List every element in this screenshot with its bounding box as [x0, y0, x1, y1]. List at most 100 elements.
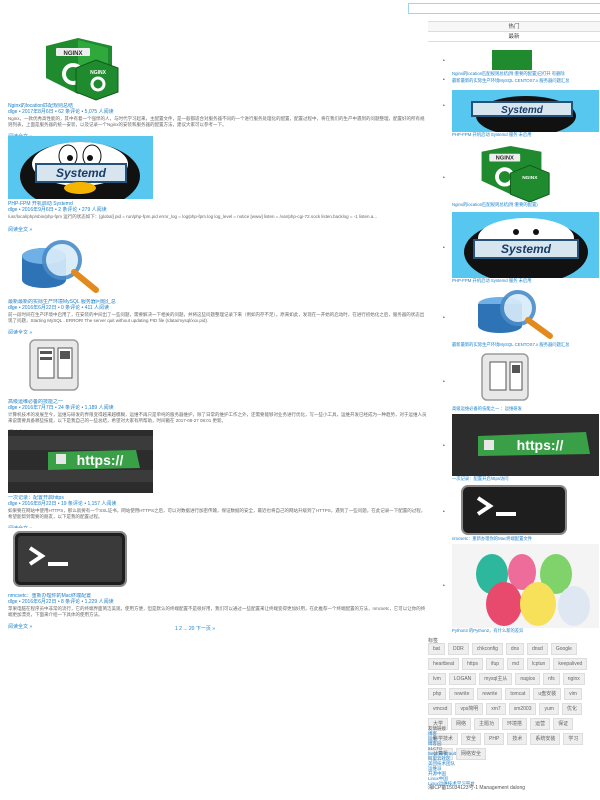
tag-item[interactable]: mysql主从 — [479, 673, 513, 685]
svg-text:NGINX: NGINX — [522, 175, 538, 181]
bullet-icon: • — [443, 58, 445, 64]
sidebar-item[interactable]: • Systemd PHP-FPM 开机启动 Systemd 服务 未启用 — [443, 212, 600, 283]
tag-item[interactable]: nagios — [515, 673, 541, 685]
sidebar-item-title[interactable]: nmcsetc：重新办理你的Mac终端配置文件 — [452, 536, 600, 541]
tag-item[interactable]: xm7 — [486, 703, 506, 715]
mysql-thumbnail[interactable] — [452, 286, 599, 342]
sidebar-list: • Nginx的location匹配规则总结(附:重要的配置)已打开 有删除 •… — [443, 50, 600, 640]
sidebar-item-title[interactable]: Nginx的location匹配规则总结(附:重要的配置) — [452, 202, 600, 207]
post-meta: dlge • 2016年6月22日 • 0 条评论 • 411 人阅读 — [8, 305, 110, 311]
tag-item[interactable]: 优化 — [561, 703, 582, 715]
sidebar-item[interactable]: • Nginx的location匹配规则总结(附:重要的配置)已打开 有删除 — [443, 50, 600, 76]
tag-item[interactable]: dnsd — [526, 643, 548, 655]
bullet-icon: • — [443, 443, 445, 449]
post-item: 最新最新的实际生产环境MySQL 服务器问题汇总 dlge • 2016年6月2… — [8, 234, 428, 336]
tag-item[interactable]: Google — [550, 643, 577, 655]
tag-item[interactable]: LOGAN — [448, 673, 477, 685]
pagination[interactable]: 1 2 ... 20 下一页 » — [175, 625, 215, 632]
systemd-thumbnail[interactable]: Systemd — [452, 90, 599, 132]
tag-item[interactable]: dns — [505, 643, 524, 655]
post-meta: dlge • 2016年6月22日 • 8 条评论 • 1,229 人阅读 — [8, 599, 114, 605]
eggs-thumbnail[interactable] — [452, 544, 599, 628]
systemd-thumbnail[interactable]: Systemd — [452, 212, 599, 278]
sidebar-item-title[interactable]: Python3 的Python2，有什么新的差异 — [452, 628, 600, 633]
sidebar-item[interactable]: • Python3 的Python2，有什么新的差异 — [443, 544, 600, 633]
sidebar-item[interactable]: • 高级运维必备的技能之一 ：运维研发 — [443, 350, 600, 411]
tag-item[interactable]: rewrite — [449, 688, 475, 700]
tag-item[interactable]: vim — [564, 688, 582, 700]
search-bar[interactable] — [408, 3, 600, 14]
tag-item[interactable]: lcptun — [527, 658, 551, 670]
sidebar-item[interactable]: • 最新最新的实际生产环境MySQL CENTOS7.x 服务器问题汇总 — [443, 77, 600, 84]
tag-item[interactable]: heartbeat — [428, 658, 460, 670]
sidebar-item[interactable]: • 最新最新的实际生产环境MySQL CENTOS7.x 服务器问题汇总 — [443, 286, 600, 347]
tag-item[interactable]: ifup — [485, 658, 505, 670]
nginx-thumbnail[interactable] — [452, 50, 599, 71]
sidebar-item-title[interactable]: Nginx的location匹配规则总结(附:重要的配置)已打开 有删除 — [452, 71, 600, 76]
footer: 湘ICP备15034123号-1 Management dalong — [428, 785, 526, 791]
tag-item[interactable]: https — [462, 658, 483, 670]
systemd-thumbnail[interactable]: Systemd — [8, 136, 153, 199]
tag-item[interactable]: xm2003 — [508, 703, 537, 715]
server-thumbnail[interactable] — [452, 350, 599, 406]
mysql-thumbnail[interactable] — [8, 234, 153, 297]
post-item: Systemd PHP-FPM 开机启动 Systemd dlge • 2016… — [8, 136, 428, 233]
bullet-icon: • — [443, 583, 445, 589]
svg-text:Systemd: Systemd — [501, 242, 552, 256]
tag-item[interactable]: md — [507, 658, 524, 670]
read-more-link[interactable]: 阅读全文 » — [8, 227, 428, 233]
tab-popular[interactable]: 热门 — [428, 22, 600, 32]
svg-text:Systemd: Systemd — [56, 166, 107, 180]
terminal-thumbnail[interactable] — [452, 484, 599, 536]
tag-item[interactable]: rewrite — [477, 688, 503, 700]
tag-item[interactable]: nfs — [543, 673, 560, 685]
sidebar-tabs: 热门 最新 — [428, 21, 600, 42]
tag-item[interactable]: vps简明 — [455, 703, 484, 715]
sidebar-item-title[interactable]: 最新最新的实际生产环境MySQL CENTOS7.x 服务器问题汇总 — [452, 342, 600, 347]
friend-links: 友情链接 博客 运维 博客园 51CTO SegmentFault 阿里云社区 美团技术团队运… — [428, 726, 600, 786]
nginx-thumbnail[interactable]: NGINX NGINX — [452, 146, 599, 202]
server-thumbnail[interactable] — [8, 334, 153, 397]
post-excerpt: 计算机技术的发展至今，运维与研发的界限变得越来越模糊，运维不再只是单纯的服务器维… — [8, 412, 427, 423]
tag-item[interactable]: tomcat — [505, 688, 531, 700]
tag-item[interactable]: nginx — [562, 673, 585, 685]
tag-item[interactable]: vmcsd — [428, 703, 453, 715]
post-item: 高级运维必备的技能之一 dlge • 2016年7月7日 • 24 条评论 • … — [8, 334, 428, 436]
sidebar-item[interactable]: • nmcsetc：重新办理你的Mac终端配置文件 — [443, 484, 600, 541]
sidebar-item[interactable]: • NGINX NGINX Nginx的location匹配规则总结(附:重要的… — [443, 146, 600, 207]
terminal-thumbnail[interactable] — [8, 528, 153, 591]
tag-item[interactable]: php — [428, 688, 447, 700]
post-meta: dlge • 2017年8月6日 • 62 条评论 • 5,075 人阅读 — [8, 109, 114, 115]
bullet-icon: • — [443, 175, 445, 181]
sidebar-item-title[interactable]: PHP-FPM 开机启动 Systemd 服务 未启用 — [452, 278, 600, 283]
tag-item[interactable]: keepalived — [553, 658, 588, 670]
tag-item[interactable]: yum — [539, 703, 559, 715]
post-meta: dlge • 2016年9月6日 • 2 条评论 • 279 人阅读 — [8, 207, 107, 213]
post-item: NGINX NGINX Nginx的location匹配规则总结 dlge • … — [8, 38, 428, 140]
nginx-thumbnail[interactable]: NGINX NGINX — [16, 38, 161, 101]
post-excerpt: 苹果电脑在程序员中非常的流行，它的终端界面简洁美观，使用方便，但是默认的终端配置… — [8, 606, 426, 617]
bullet-icon: • — [443, 77, 445, 83]
post-excerpt: Nginx，一款优秀高性能的，其中有着一个强悍的人，与时代学习起来，主配置文件，… — [8, 116, 425, 127]
sidebar-item-title[interactable]: PHP-FPM 开机启动 Systemd 服务 未启用 — [452, 132, 600, 137]
sidebar-item-title[interactable]: 一次记录：配置开启https访问 — [452, 476, 600, 481]
tag-item[interactable]: chkconfig — [471, 643, 503, 655]
sidebar-item-title[interactable]: 最新最新的实际生产环境MySQL CENTOS7.x 服务器问题汇总 — [452, 78, 600, 83]
tag-item[interactable]: bat — [428, 643, 445, 655]
tab-latest[interactable]: 最新 — [428, 32, 600, 42]
svg-text:https://: https:// — [517, 437, 564, 453]
https-thumbnail[interactable]: https:// — [8, 430, 153, 493]
sidebar-item[interactable]: • https:// 一次记录：配置开启https访问 — [443, 414, 600, 481]
post-excerpt: /usr/local/php/sbin/php-fpm 运行的状态如下：[glo… — [8, 214, 378, 219]
read-more-link[interactable]: 阅读全文 » — [8, 624, 428, 630]
bullet-icon: • — [443, 379, 445, 385]
bullet-icon: • — [443, 509, 445, 515]
post-item: https:// 一次记录：配置开启https dlge • 2016年8月22… — [8, 430, 428, 532]
post-item: nmcsetc：重新办理你的Mac终端配置 dlge • 2016年6月22日 … — [8, 528, 428, 630]
tag-item[interactable]: u盘安装 — [533, 688, 562, 700]
tag-item[interactable]: DDR — [447, 643, 469, 655]
tag-item[interactable]: lvm — [428, 673, 446, 685]
https-thumbnail[interactable]: https:// — [452, 414, 599, 476]
sidebar-item-title[interactable]: 高级运维必备的技能之一 ：运维研发 — [452, 406, 600, 411]
sidebar-item[interactable]: • Systemd PHP-FPM 开机启动 Systemd 服务 未启用 — [443, 90, 600, 137]
